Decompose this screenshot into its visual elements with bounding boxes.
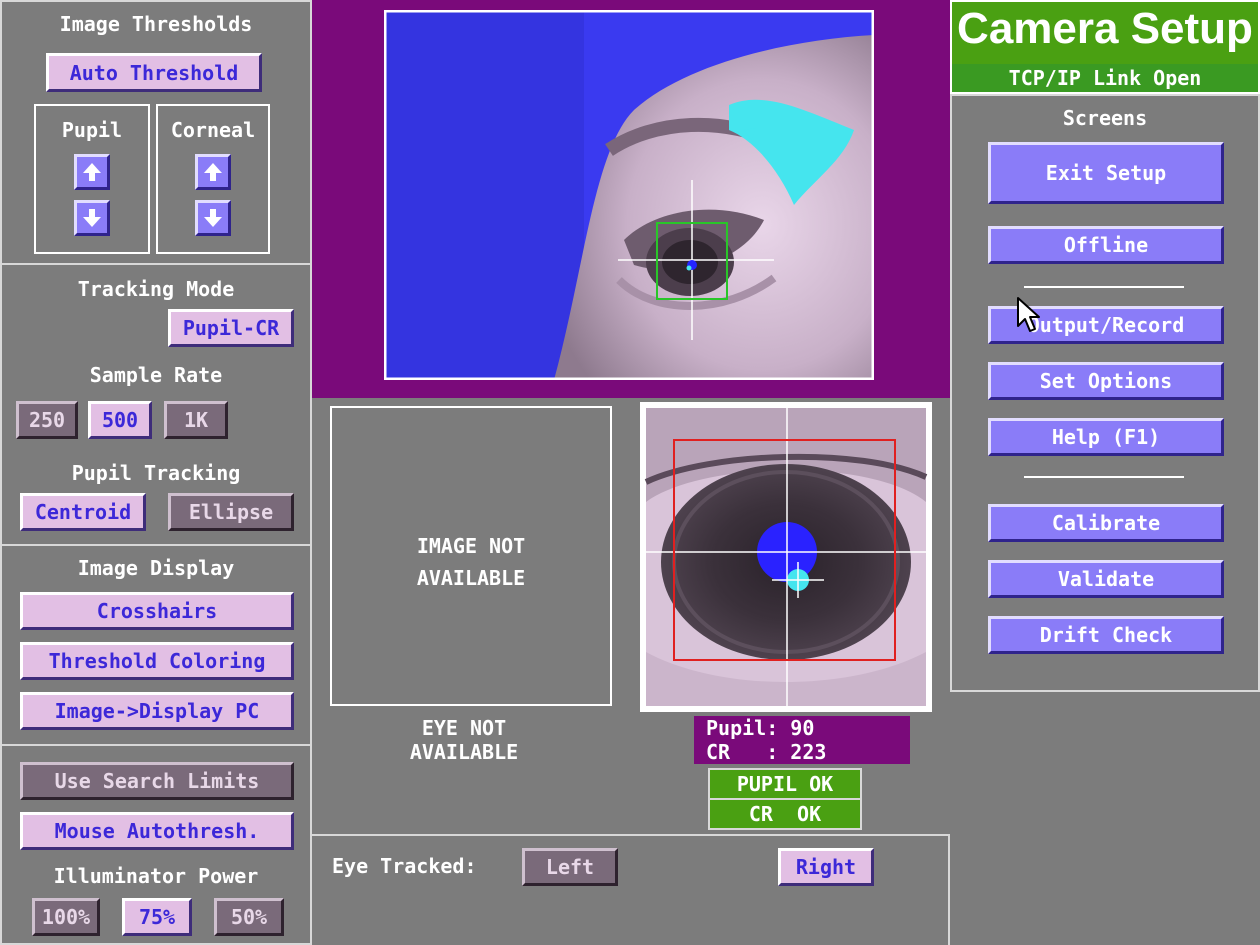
threshold-coloring-toggle-button[interactable]: Threshold Coloring — [20, 642, 294, 680]
corneal-threshold-box: Corneal — [156, 104, 270, 254]
eye-tracked-label: Eye Tracked: — [332, 854, 477, 878]
pupil-ok-status: PUPIL OK — [708, 768, 862, 800]
arrow-up-icon — [83, 163, 101, 181]
mouse-autothresh-button[interactable]: Mouse Autothresh. — [20, 812, 294, 850]
tracking-mode-panel: Tracking Mode Pupil-CR Sample Rate 250 5… — [0, 263, 312, 546]
arrow-down-icon — [83, 209, 101, 227]
pupil-threshold-up-button[interactable] — [74, 154, 110, 190]
camera-setup-title-bg: Camera Setup — [952, 2, 1258, 64]
eye-not-available-line1: EYE NOT — [421, 716, 507, 740]
screens-panel: Screens Exit Setup Offline Output/Record… — [950, 94, 1260, 692]
camera-setup-header: Camera Setup TCP/IP Link Open — [950, 0, 1260, 94]
screens-divider — [1024, 476, 1184, 478]
image-display-panel: Image Display Crosshairs Threshold Color… — [0, 544, 312, 746]
tcp-link-status: TCP/IP Link Open — [1008, 66, 1202, 90]
camera-setup-title: Camera Setup — [957, 4, 1253, 53]
eye-camera-image[interactable] — [640, 402, 932, 712]
image-thresholds-title: Image Thresholds — [59, 12, 253, 36]
set-options-button[interactable]: Set Options — [988, 362, 1224, 400]
image-not-available-box: IMAGE NOT AVAILABLE — [330, 406, 612, 706]
screens-title: Screens — [1062, 106, 1148, 130]
eye-not-available-line2: AVAILABLE — [409, 740, 519, 764]
sample-rate-title: Sample Rate — [89, 363, 223, 387]
corneal-threshold-label: Corneal — [170, 118, 256, 142]
link-status-bar: TCP/IP Link Open — [952, 64, 1258, 92]
sample-rate-500-button[interactable]: 500 — [88, 401, 152, 439]
auto-threshold-button[interactable]: Auto Threshold — [46, 53, 262, 92]
arrow-up-icon — [204, 163, 222, 181]
eye-right-button[interactable]: Right — [778, 848, 874, 886]
cr-ok-status: CR OK — [708, 798, 862, 830]
exit-setup-button[interactable]: Exit Setup — [988, 142, 1224, 204]
drift-check-button[interactable]: Drift Check — [988, 616, 1224, 654]
eye-left-button[interactable]: Left — [522, 848, 618, 886]
global-camera-image[interactable] — [384, 10, 874, 380]
threshold-readout: Pupil: 90 CR : 223 — [694, 716, 910, 764]
cr-threshold-readout: CR : 223 — [706, 740, 827, 764]
search-illuminator-panel: Use Search Limits Mouse Autothresh. Illu… — [0, 744, 312, 945]
image-display-title: Image Display — [77, 556, 235, 580]
image-not-available-line2: AVAILABLE — [416, 566, 526, 590]
screens-divider — [1024, 286, 1184, 288]
corneal-threshold-up-button[interactable] — [195, 154, 231, 190]
pupil-tracking-title: Pupil Tracking — [71, 461, 241, 485]
pupil-tracking-centroid-button[interactable]: Centroid — [20, 493, 146, 531]
illuminator-100-button[interactable]: 100% — [32, 898, 100, 936]
pupil-threshold-label: Pupil — [61, 118, 123, 142]
validate-button[interactable]: Validate — [988, 560, 1224, 598]
illuminator-50-button[interactable]: 50% — [214, 898, 284, 936]
use-search-limits-button[interactable]: Use Search Limits — [20, 762, 294, 800]
image-not-available-line1: IMAGE NOT — [416, 534, 526, 558]
mouse-cursor-icon — [1017, 297, 1040, 332]
arrow-down-icon — [204, 209, 222, 227]
sample-rate-1k-button[interactable]: 1K — [164, 401, 228, 439]
corneal-threshold-down-button[interactable] — [195, 200, 231, 236]
image-display-pc-toggle-button[interactable]: Image->Display PC — [20, 692, 294, 730]
help-button[interactable]: Help (F1) — [988, 418, 1224, 456]
illuminator-power-title: Illuminator Power — [53, 864, 259, 888]
pupil-threshold-down-button[interactable] — [74, 200, 110, 236]
pupil-tracking-ellipse-button[interactable]: Ellipse — [168, 493, 294, 531]
tracking-mode-pupil-cr-button[interactable]: Pupil-CR — [168, 309, 294, 347]
eye-tracked-bar: Eye Tracked: Left Right — [312, 834, 950, 945]
calibrate-button[interactable]: Calibrate — [988, 504, 1224, 542]
illuminator-75-button[interactable]: 75% — [122, 898, 192, 936]
tracking-mode-title: Tracking Mode — [77, 277, 235, 301]
camera-view-frame — [312, 0, 950, 398]
offline-button[interactable]: Offline — [988, 226, 1224, 264]
crosshairs-toggle-button[interactable]: Crosshairs — [20, 592, 294, 630]
pupil-threshold-box: Pupil — [34, 104, 150, 254]
sample-rate-250-button[interactable]: 250 — [16, 401, 78, 439]
pupil-threshold-readout: Pupil: 90 — [706, 716, 815, 740]
image-thresholds-panel: Image Thresholds Auto Threshold Pupil Co… — [0, 0, 312, 265]
